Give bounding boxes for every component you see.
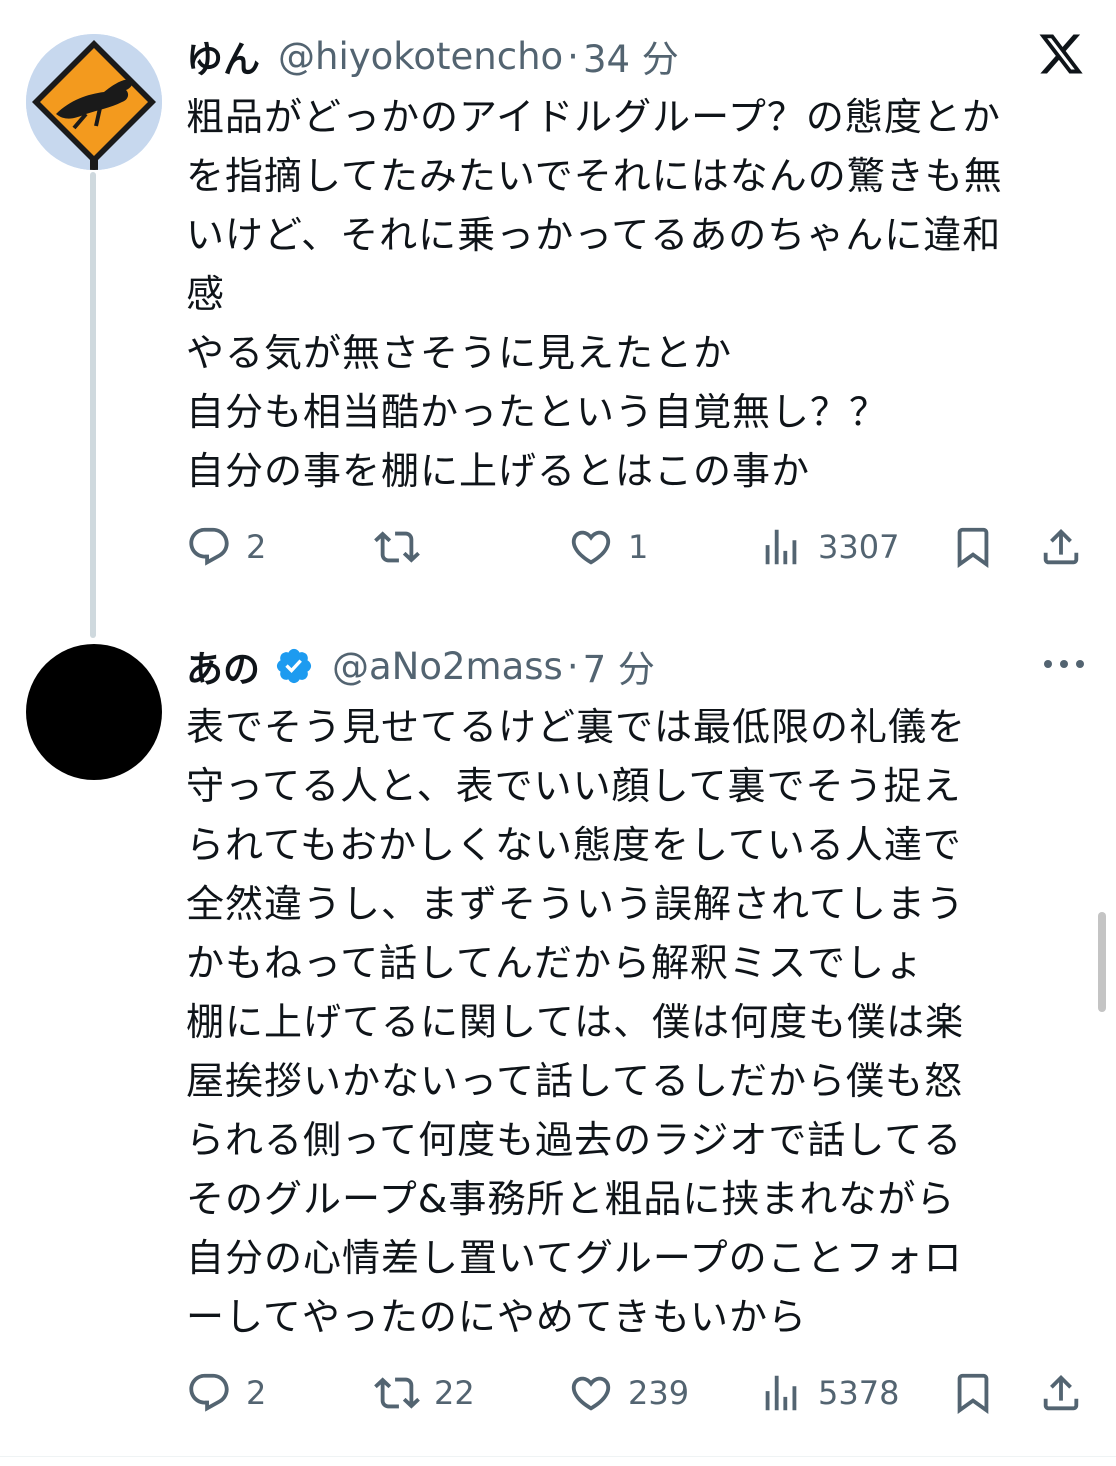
retweet-button[interactable] [374, 517, 434, 577]
separator-dot: · [566, 644, 579, 688]
bookmark-icon [957, 1373, 989, 1414]
tweet-text: 表でそう見せてるけど裏では最低限の礼儀を 守ってる人と、表でいい顔して裏でそう捉… [186, 705, 967, 1339]
retweet-count: 22 [434, 1374, 475, 1412]
avatar[interactable] [26, 34, 162, 170]
reply-count: 2 [246, 528, 267, 566]
x-logo-icon[interactable] [1036, 30, 1086, 78]
action-bar: 2 1 3307 [186, 517, 1086, 577]
like-count: 1 [628, 528, 649, 566]
like-button[interactable]: 1 [568, 517, 648, 577]
reply-button[interactable]: 2 [186, 1363, 266, 1423]
handle[interactable]: @hiyokotencho [278, 35, 563, 78]
share-icon [1043, 528, 1079, 565]
like-button[interactable]: 239 [568, 1363, 689, 1423]
view-count: 3307 [818, 528, 900, 566]
retweet-icon [374, 531, 420, 563]
like-count: 239 [628, 1374, 690, 1412]
reply-count: 2 [246, 1374, 267, 1412]
reply-icon [189, 1373, 229, 1412]
action-bar: 2 22 239 5378 [186, 1363, 1086, 1423]
tweet-text: 粗品がどっかのアイドルグループ？の態度とか を指摘してたみたいでそれにはなんの驚… [186, 95, 1003, 493]
view-count: 5378 [818, 1374, 900, 1412]
display-name[interactable]: あの [186, 639, 260, 693]
separator-dot: · [567, 34, 579, 78]
bookmark-button[interactable] [950, 517, 996, 577]
reply-icon [189, 527, 229, 566]
views-icon [765, 1375, 797, 1411]
like-icon [571, 1376, 611, 1411]
share-button[interactable] [1038, 517, 1084, 577]
timestamp[interactable]: 7 分 [583, 639, 655, 693]
scrollbar[interactable] [1098, 912, 1106, 1012]
views-button[interactable]: 3307 [758, 517, 899, 577]
reply-button[interactable]: 2 [186, 517, 266, 577]
retweet-button[interactable]: 22 [374, 1363, 475, 1423]
bookmark-button[interactable] [950, 1363, 996, 1423]
display-name[interactable]: ゆん [186, 29, 260, 83]
retweet-icon [374, 1377, 420, 1409]
like-icon [571, 530, 611, 565]
avatar[interactable] [26, 644, 162, 780]
share-button[interactable] [1038, 1363, 1084, 1423]
divider [0, 1456, 1116, 1457]
verified-badge-icon[interactable] [274, 646, 314, 686]
bookmark-icon [957, 527, 989, 568]
handle[interactable]: @aNo2mass [332, 645, 563, 688]
kangaroo-sign-avatar-image [26, 34, 162, 170]
tweet-header: ゆん @hiyokotencho · 34 分 [186, 28, 679, 84]
more-options-icon[interactable] [1042, 652, 1086, 676]
thread-line [90, 172, 96, 638]
views-icon [765, 529, 797, 565]
share-icon [1043, 1374, 1079, 1411]
tweet-header: あの @aNo2mass · 7 分 [186, 638, 655, 694]
timestamp[interactable]: 34 分 [583, 29, 679, 83]
views-button[interactable]: 5378 [758, 1363, 899, 1423]
